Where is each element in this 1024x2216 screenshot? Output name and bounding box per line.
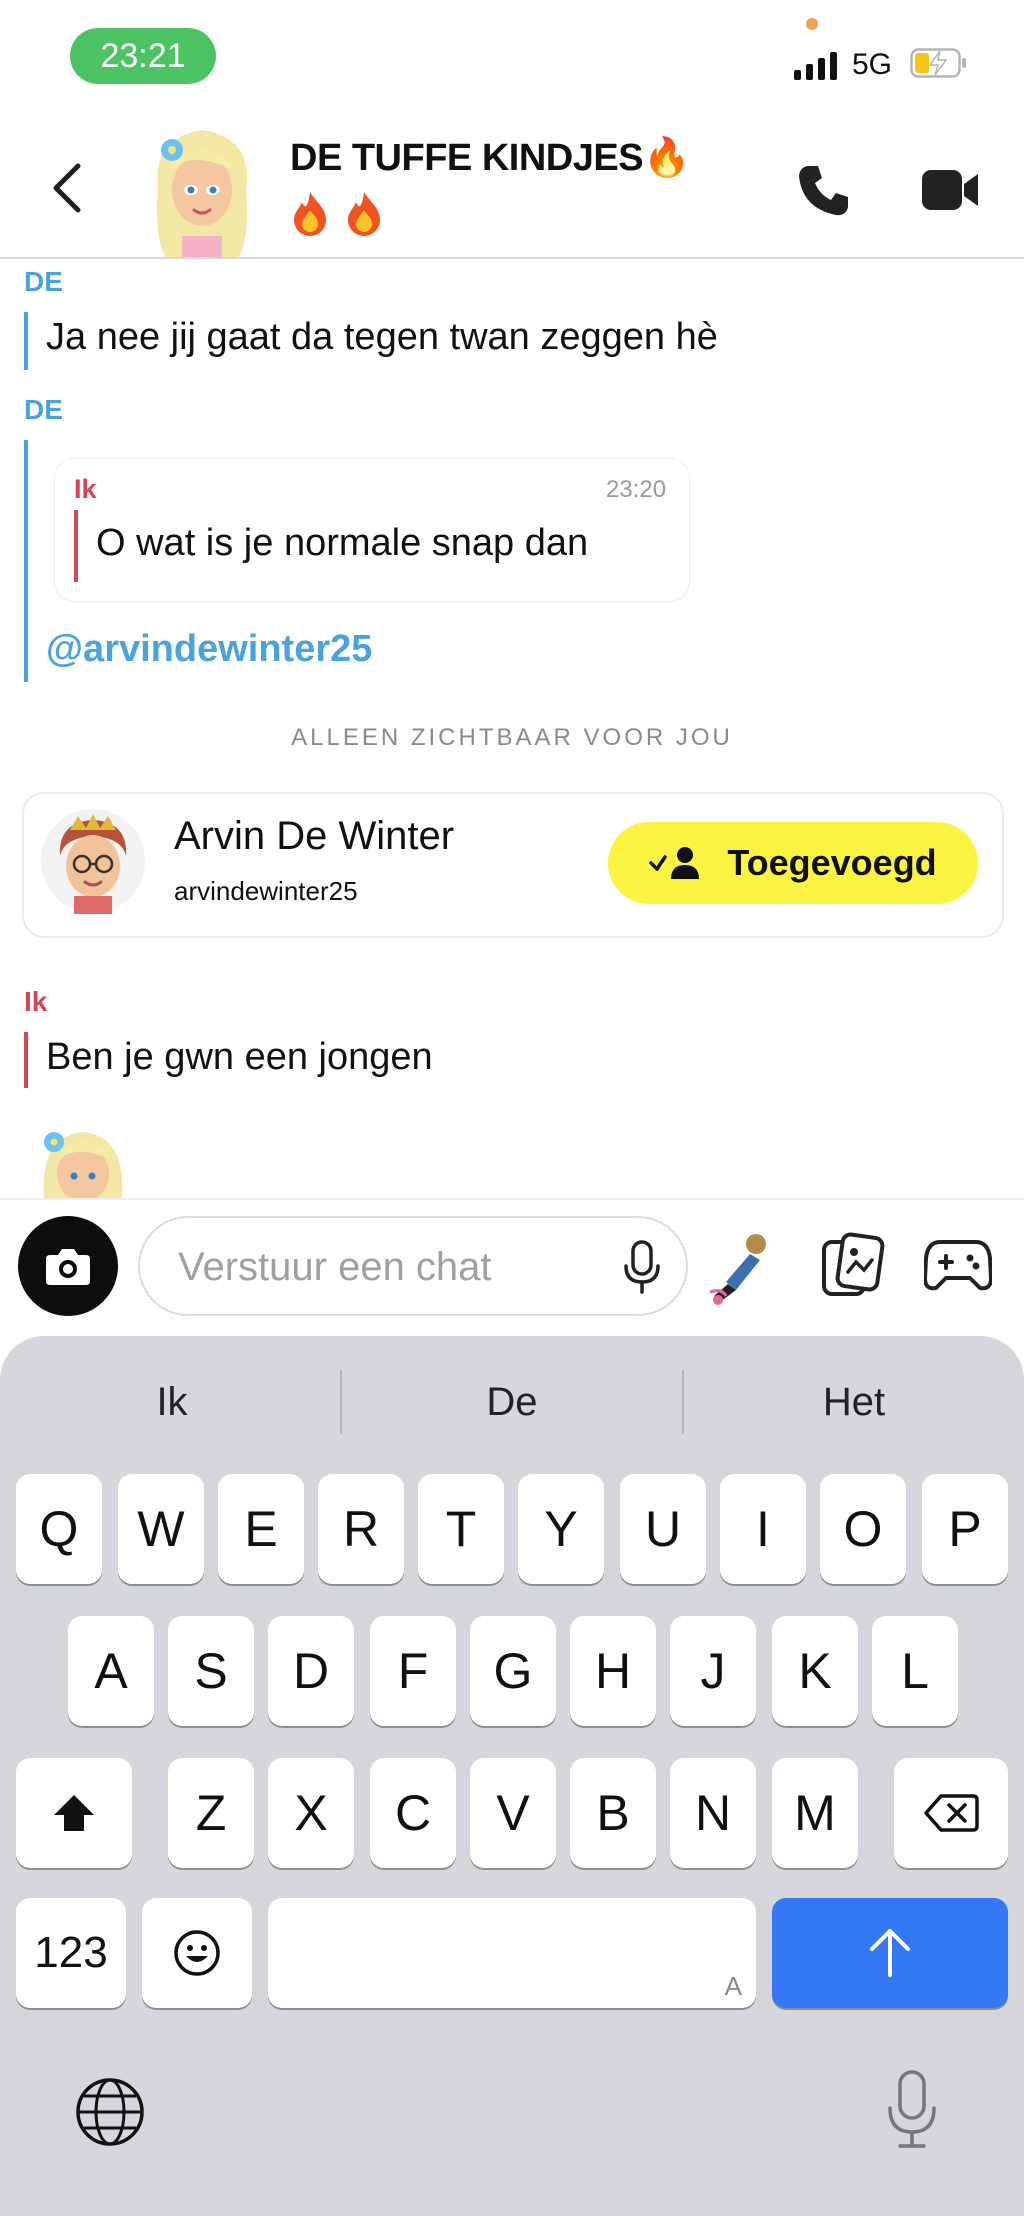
back-icon[interactable] bbox=[48, 160, 88, 216]
backspace-icon bbox=[924, 1794, 979, 1832]
emoji-icon bbox=[174, 1930, 220, 1976]
shift-icon bbox=[54, 1795, 94, 1831]
key-k[interactable]: K bbox=[772, 1616, 858, 1726]
contact-bitmoji-avatar[interactable] bbox=[40, 808, 146, 914]
battery-charging-icon bbox=[910, 48, 966, 78]
quoted-time: 23:20 bbox=[606, 476, 667, 503]
fire-icon bbox=[294, 192, 326, 236]
key-r[interactable]: R bbox=[318, 1474, 404, 1584]
numbers-key[interactable]: 123 bbox=[16, 1898, 126, 2008]
key-j[interactable]: J bbox=[670, 1616, 756, 1726]
backspace-key[interactable] bbox=[894, 1758, 1008, 1868]
key-n[interactable]: N bbox=[670, 1758, 756, 1868]
key-v[interactable]: V bbox=[470, 1758, 556, 1868]
key-u[interactable]: U bbox=[620, 1474, 706, 1584]
message-sender: DE bbox=[24, 394, 63, 425]
arrow-up-icon bbox=[870, 1929, 910, 1977]
visibility-notice: ALLEEN ZICHTBAAR VOOR JOU bbox=[291, 724, 733, 751]
message-sender: DE bbox=[24, 266, 63, 297]
title-fire-emojis bbox=[290, 190, 384, 236]
message-bar bbox=[24, 1032, 28, 1088]
games-icon[interactable] bbox=[924, 1236, 992, 1294]
key-y[interactable]: Y bbox=[518, 1474, 604, 1584]
privacy-indicator-dot bbox=[806, 18, 818, 30]
key-c[interactable]: C bbox=[370, 1758, 456, 1868]
friend-added-icon bbox=[649, 847, 700, 879]
key-x[interactable]: X bbox=[268, 1758, 354, 1868]
call-icon[interactable] bbox=[794, 160, 854, 220]
key-g[interactable]: G bbox=[470, 1616, 556, 1726]
key-b[interactable]: B bbox=[570, 1758, 656, 1868]
message-bar bbox=[24, 440, 28, 682]
contact-name: Arvin De Winter bbox=[174, 814, 455, 858]
contact-username: arvindewinter25 bbox=[174, 876, 358, 906]
microphone-icon[interactable] bbox=[622, 1240, 662, 1296]
space-hint: A bbox=[724, 1971, 742, 2001]
message-text[interactable]: Ja nee jij gaat da tegen twan zeggen hè bbox=[46, 316, 718, 359]
network-type: 5G bbox=[852, 48, 893, 81]
key-p[interactable]: P bbox=[922, 1474, 1008, 1584]
camera-icon bbox=[46, 1249, 90, 1285]
message-bar bbox=[24, 312, 28, 370]
chat-input-box[interactable] bbox=[138, 1216, 688, 1316]
emoji-key[interactable] bbox=[142, 1898, 252, 2008]
key-o[interactable]: O bbox=[820, 1474, 906, 1584]
video-call-icon[interactable] bbox=[920, 164, 980, 216]
header-divider bbox=[0, 257, 1024, 259]
bitmoji-reaction-icon[interactable] bbox=[706, 1230, 776, 1306]
status-time: 23:21 bbox=[70, 28, 216, 84]
chat-input[interactable] bbox=[176, 1240, 600, 1294]
suggestion-3[interactable]: Het bbox=[684, 1340, 1024, 1464]
send-key[interactable] bbox=[772, 1898, 1008, 2008]
composer-divider bbox=[0, 1198, 1024, 1200]
suggestion-1[interactable]: Ik bbox=[2, 1340, 342, 1464]
key-s[interactable]: S bbox=[168, 1616, 254, 1726]
key-m[interactable]: M bbox=[772, 1758, 858, 1868]
key-l[interactable]: L bbox=[872, 1616, 958, 1726]
dictation-microphone-icon[interactable] bbox=[884, 2068, 940, 2152]
key-q[interactable]: Q bbox=[16, 1474, 102, 1584]
added-friend-button[interactable]: Toegevoegd bbox=[608, 822, 978, 904]
key-z[interactable]: Z bbox=[168, 1758, 254, 1868]
sticker-memories-icon[interactable] bbox=[818, 1232, 886, 1300]
message-text[interactable]: Ben je gwn een jongen bbox=[46, 1036, 433, 1079]
message-sender: Ik bbox=[24, 986, 48, 1017]
suggestion-2[interactable]: De bbox=[342, 1340, 682, 1464]
key-d[interactable]: D bbox=[268, 1616, 354, 1726]
key-w[interactable]: W bbox=[118, 1474, 204, 1584]
quoted-sender: Ik bbox=[74, 474, 97, 504]
key-t[interactable]: T bbox=[418, 1474, 504, 1584]
key-h[interactable]: H bbox=[570, 1616, 656, 1726]
key-i[interactable]: I bbox=[720, 1474, 806, 1584]
chat-title[interactable]: DE TUFFE KINDJES🔥 bbox=[290, 136, 690, 180]
quoted-text: O wat is je normale snap dan bbox=[96, 522, 589, 564]
key-e[interactable]: E bbox=[218, 1474, 304, 1584]
typing-bitmoji bbox=[43, 1132, 123, 1198]
globe-icon[interactable] bbox=[74, 2076, 146, 2148]
camera-button[interactable] bbox=[18, 1216, 118, 1316]
space-key[interactable]: A bbox=[268, 1898, 756, 2008]
group-bitmoji-avatar[interactable] bbox=[146, 118, 258, 258]
mention-link[interactable]: @arvindewinter25 bbox=[46, 628, 372, 671]
fire-icon bbox=[348, 192, 380, 236]
cellular-signal-icon bbox=[794, 50, 837, 80]
key-f[interactable]: F bbox=[370, 1616, 456, 1726]
quoted-bar bbox=[74, 510, 78, 582]
added-friend-label: Toegevoegd bbox=[727, 842, 937, 883]
key-a[interactable]: A bbox=[68, 1616, 154, 1726]
shift-key[interactable] bbox=[16, 1758, 132, 1868]
